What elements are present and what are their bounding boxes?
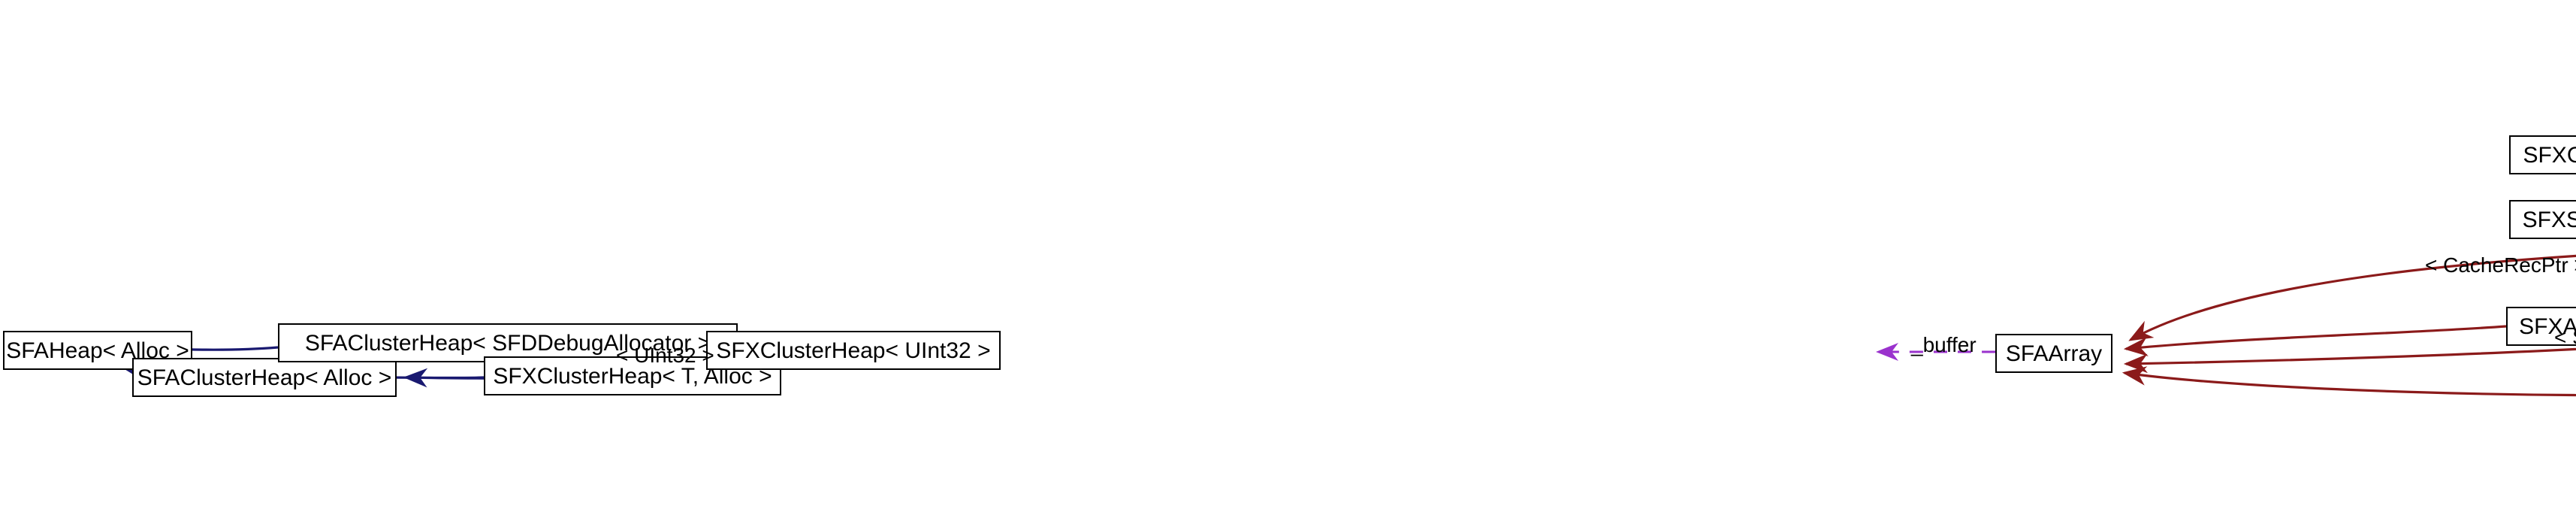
edge-label-cacherecptr-template: < CacheRecPtr > xyxy=(2425,253,2576,277)
node-sfxgrid[interactable]: SFXGrid xyxy=(2509,135,2576,174)
node-sfaarray[interactable]: SFAArray xyxy=(1995,334,2112,373)
collaboration-diagram: SFAHeap< Alloc > SFAClusterHeap< Alloc >… xyxy=(0,0,2576,509)
edge-label-uint32-template: < UInt32 > xyxy=(616,343,714,367)
edge-label-sfyresponderptr-template: < SFYResponderPtr > xyxy=(2554,325,2576,349)
node-sfaclusterheap-alloc[interactable]: SFAClusterHeap< Alloc > xyxy=(132,358,397,397)
node-sfxclusterheap-uint32[interactable]: SFXClusterHeap< UInt32 > xyxy=(706,331,1001,370)
edge-layer xyxy=(117,254,2576,397)
node-sfxsize[interactable]: SFXSize xyxy=(2509,200,2576,239)
edge-label-buffer: _buffer xyxy=(1911,332,1977,356)
